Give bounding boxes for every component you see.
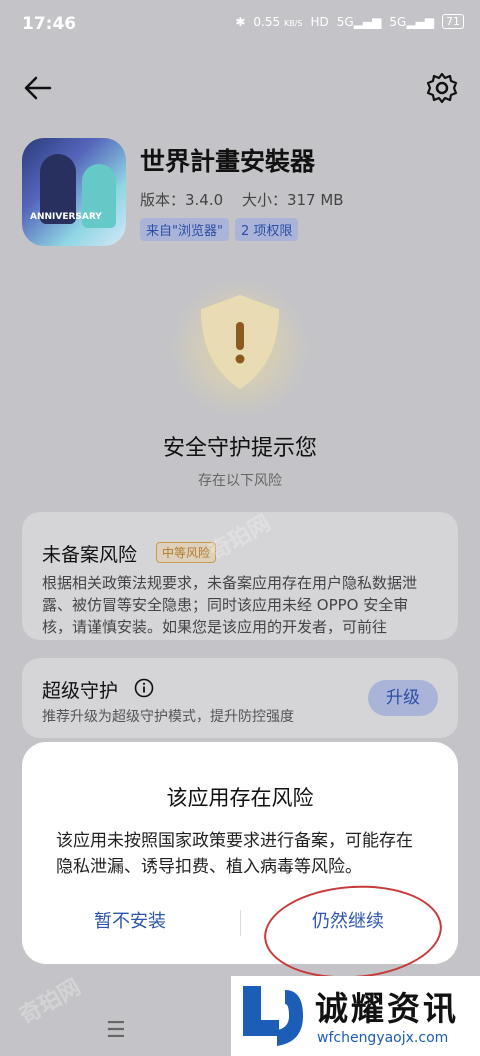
risk-description: 根据相关政策法规要求，未备案应用存在用户隐私数据泄露、被仿冒等安全隐患；同时该应… (42, 574, 418, 636)
cancel-install-button[interactable]: 暂不安装 (50, 902, 210, 942)
guard-card: 超级守护 推荐升级为超级守护模式，提升防控强度 升级 (22, 658, 458, 738)
battery-icon: 71 (442, 14, 464, 29)
upgrade-button[interactable]: 升级 (368, 680, 438, 716)
status-icons: ✱ 0.55 KB/S HD 5G▂▄▆ 5G▂▄▆ 71 (235, 14, 464, 29)
app-meta: 版本：3.4.0 大小：317 MB (140, 189, 358, 210)
permissions-tag[interactable]: 2 项权限 (234, 218, 299, 241)
app-tags: 来自"浏览器" 2 项权限 (140, 218, 299, 241)
menu-icon[interactable]: ☰ (106, 1018, 126, 1043)
gear-icon[interactable] (424, 70, 460, 106)
back-arrow-icon[interactable] (20, 70, 56, 106)
icon-anniversary-text: ANNIVERSARY (30, 212, 102, 222)
logo-name: 诚耀资讯 (315, 989, 459, 1028)
signal-icon-1: 5G▂▄▆ (336, 14, 382, 29)
bluetooth-icon: ✱ (235, 14, 246, 29)
top-bar (0, 60, 480, 116)
app-version: 版本：3.4.0 (140, 191, 224, 209)
dialog-body: 该应用未按照国家政策要求进行备案，可能存在隐私泄漏、诱导扣费、植入病毒等风险。 (56, 831, 413, 877)
guard-subtitle: 推荐升级为超级守护模式，提升防控强度 (42, 709, 294, 725)
signal-icon-2: 5G▂▄▆ (389, 14, 434, 29)
logo-mark-icon (243, 986, 303, 1046)
status-time: 17:46 (22, 14, 77, 34)
guard-title: 超级守护 (42, 680, 119, 702)
screen: 17:46 ✱ 0.55 KB/S HD 5G▂▄▆ 5G▂▄▆ 71 ANNI… (0, 0, 480, 1056)
logo-url: wfchengyaojx.com (317, 1030, 449, 1046)
app-size: 大小：317 MB (241, 191, 344, 209)
dialog-divider (240, 910, 241, 936)
app-name: 世界計畫安裝器 (140, 147, 316, 176)
app-icon: ANNIVERSARY (22, 138, 126, 246)
security-title: 安全守护提示您 (162, 436, 317, 461)
network-speed: 0.55 KB/S (253, 14, 303, 29)
security-subtitle: 存在以下风险 (198, 473, 282, 489)
status-bar: 17:46 ✱ 0.55 KB/S HD 5G▂▄▆ 5G▂▄▆ 71 (0, 0, 480, 52)
info-icon[interactable] (134, 678, 154, 698)
dialog-title: 该应用存在风险 (166, 786, 314, 810)
site-logo: 诚耀资讯 wfchengyaojx.com (231, 976, 480, 1056)
risk-title: 未备案风险 (42, 544, 138, 566)
warning-shield-icon (200, 294, 280, 390)
source-tag[interactable]: 来自"浏览器" (140, 218, 229, 241)
hd-icon: HD (310, 14, 329, 29)
